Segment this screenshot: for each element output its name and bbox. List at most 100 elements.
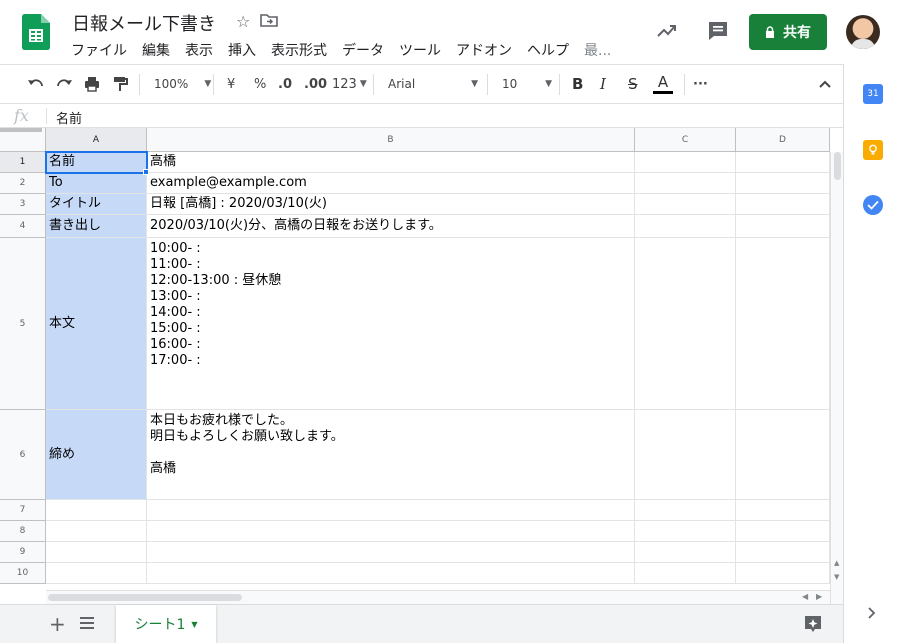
cell-d10[interactable] — [736, 563, 830, 584]
cell-c3[interactable] — [635, 194, 736, 215]
keep-icon[interactable] — [863, 140, 883, 160]
sheet-tab-active[interactable]: シート1 ▼ — [116, 605, 216, 643]
row-header[interactable]: 8 — [0, 521, 46, 542]
column-header-a[interactable]: A — [46, 128, 147, 152]
select-all-corner[interactable] — [0, 128, 46, 152]
avatar[interactable] — [846, 15, 880, 49]
paint-format-icon[interactable] — [112, 75, 128, 93]
chevron-down-icon[interactable]: ▼ — [191, 620, 197, 629]
column-header-c[interactable]: C — [635, 128, 736, 152]
currency-button[interactable]: ¥ — [227, 65, 235, 103]
strikethrough-button[interactable]: S — [628, 65, 638, 103]
menu-file[interactable]: ファイル — [71, 40, 127, 60]
cell-c6[interactable] — [635, 410, 736, 500]
scroll-right-icon[interactable]: ▶ — [816, 592, 822, 601]
menu-format[interactable]: 表示形式 — [271, 40, 327, 60]
column-header-b[interactable]: B — [147, 128, 635, 152]
cell-b8[interactable] — [147, 521, 635, 542]
expand-side-panel-icon[interactable] — [868, 607, 876, 619]
cell-c2[interactable] — [635, 173, 736, 194]
cell-a10[interactable] — [46, 563, 147, 584]
font-select[interactable]: Arial ▼ — [388, 65, 478, 103]
cell-d2[interactable] — [736, 173, 830, 194]
italic-button[interactable]: I — [600, 65, 606, 103]
menu-help[interactable]: ヘルプ — [527, 40, 569, 60]
cell-b3[interactable]: 日報 [高橋] : 2020/03/10(火) — [147, 194, 635, 215]
cell-d4[interactable] — [736, 215, 830, 238]
menu-tools[interactable]: ツール — [399, 40, 441, 60]
row-header[interactable]: 10 — [0, 563, 46, 584]
cell-a5[interactable]: 本文 — [46, 238, 147, 410]
add-sheet-icon[interactable]: + — [49, 612, 66, 636]
decimal-increase-button[interactable]: .00 — [304, 65, 327, 103]
cell-d5[interactable] — [736, 238, 830, 410]
cell-c7[interactable] — [635, 500, 736, 521]
cell-b1[interactable]: 高橋 — [147, 152, 635, 173]
cell-b2[interactable]: example@example.com — [147, 173, 635, 194]
row-header[interactable]: 1 — [0, 152, 46, 173]
row-header[interactable]: 5 — [0, 238, 46, 410]
formula-input[interactable]: 名前 — [56, 108, 82, 127]
all-sheets-list-icon[interactable] — [80, 617, 94, 629]
menu-data[interactable]: データ — [342, 40, 384, 60]
explore-icon[interactable] — [804, 615, 822, 633]
sheets-logo-icon[interactable] — [22, 14, 50, 50]
cell-d8[interactable] — [736, 521, 830, 542]
activity-trend-icon[interactable] — [656, 20, 678, 42]
menu-insert[interactable]: 挿入 — [228, 40, 256, 60]
row-header[interactable]: 4 — [0, 215, 46, 238]
cell-a2[interactable]: To — [46, 173, 147, 194]
cell-a3[interactable]: タイトル — [46, 194, 147, 215]
scroll-up-icon[interactable]: ▲ — [834, 559, 839, 567]
comment-icon[interactable] — [707, 20, 729, 42]
bold-button[interactable]: B — [572, 65, 583, 103]
text-color-button[interactable]: A — [653, 65, 673, 103]
cell-b6[interactable]: 本日もお疲れ様でした。 明日もよろしくお願い致します。 高橋 — [147, 410, 635, 500]
cell-a8[interactable] — [46, 521, 147, 542]
doc-title[interactable]: 日報メール下書き — [72, 10, 216, 36]
zoom-select[interactable]: 100% ▼ — [154, 65, 211, 103]
cell-a9[interactable] — [46, 542, 147, 563]
cell-b9[interactable] — [147, 542, 635, 563]
tasks-icon[interactable] — [863, 195, 883, 215]
menu-addons[interactable]: アドオン — [456, 40, 512, 60]
cell-c5[interactable] — [635, 238, 736, 410]
calendar-icon[interactable]: 31 — [863, 84, 883, 104]
row-header[interactable]: 7 — [0, 500, 46, 521]
share-button[interactable]: 共有 — [749, 14, 827, 50]
cell-d6[interactable] — [736, 410, 830, 500]
cell-a6[interactable]: 締め — [46, 410, 147, 500]
menu-edit[interactable]: 編集 — [142, 40, 170, 60]
menu-view[interactable]: 表示 — [185, 40, 213, 60]
scroll-down-icon[interactable]: ▼ — [834, 573, 839, 581]
undo-icon[interactable] — [27, 75, 45, 93]
horizontal-scrollbar[interactable]: ◀ ▶ — [46, 590, 830, 604]
cell-c10[interactable] — [635, 563, 736, 584]
fill-handle[interactable] — [143, 169, 149, 175]
vertical-scroll-thumb[interactable] — [834, 152, 841, 180]
redo-icon[interactable] — [55, 75, 73, 93]
more-tools-button[interactable]: ··· — [693, 65, 708, 103]
row-header[interactable]: 3 — [0, 194, 46, 215]
menu-last-edit[interactable]: 最... — [584, 40, 611, 60]
cell-c4[interactable] — [635, 215, 736, 238]
vertical-scrollbar[interactable]: ▲ ▼ — [830, 152, 843, 604]
cell-c9[interactable] — [635, 542, 736, 563]
collapse-toolbar-icon[interactable] — [818, 77, 832, 91]
cell-d7[interactable] — [736, 500, 830, 521]
number-format-select[interactable]: 123 ▼ — [332, 65, 367, 103]
cell-b7[interactable] — [147, 500, 635, 521]
font-size-select[interactable]: 10 ▼ — [502, 65, 552, 103]
cell-c8[interactable] — [635, 521, 736, 542]
star-icon[interactable]: ☆ — [236, 12, 250, 31]
cell-d3[interactable] — [736, 194, 830, 215]
row-header[interactable]: 9 — [0, 542, 46, 563]
cell-b5[interactable]: 10:00- : 11:00- : 12:00-13:00 : 昼休憩 13:0… — [147, 238, 635, 410]
cell-b10[interactable] — [147, 563, 635, 584]
percent-button[interactable]: % — [254, 65, 266, 103]
print-icon[interactable] — [83, 75, 101, 93]
row-header[interactable]: 2 — [0, 173, 46, 194]
decimal-decrease-button[interactable]: .0 — [278, 65, 292, 103]
scroll-left-icon[interactable]: ◀ — [802, 592, 808, 601]
row-header[interactable]: 6 — [0, 410, 46, 500]
